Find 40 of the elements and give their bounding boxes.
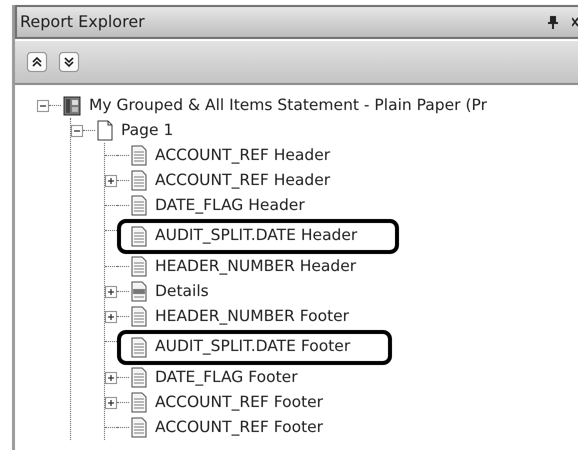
pin-icon[interactable] — [548, 15, 558, 29]
collapse-toggle[interactable] — [71, 124, 83, 136]
expand-all-button[interactable] — [59, 52, 79, 72]
section-icon — [131, 306, 147, 327]
tree-item[interactable]: DATE_FLAG Header — [155, 194, 305, 218]
tree-item[interactable]: Details — [155, 280, 209, 304]
section-icon — [131, 417, 147, 438]
tree-item[interactable]: HEADER_NUMBER Footer — [155, 304, 350, 328]
double-chevron-up-icon — [31, 56, 43, 68]
tree-item[interactable]: ACCOUNT_REF Footer — [155, 390, 324, 414]
close-icon[interactable] — [572, 17, 578, 27]
expand-toggle[interactable] — [105, 372, 117, 384]
collapse-all-button[interactable] — [27, 52, 47, 72]
expand-toggle[interactable] — [105, 396, 117, 408]
section-icon — [131, 367, 147, 388]
expand-toggle[interactable] — [105, 286, 117, 298]
tree-item[interactable]: ACCOUNT_REF Footer — [155, 416, 324, 440]
section-icon — [131, 392, 147, 413]
tree-item[interactable]: AUDIT_SPLIT.DATE Header — [155, 224, 358, 248]
expand-toggle[interactable] — [105, 310, 117, 322]
section-icon — [131, 170, 147, 191]
panel-title: Report Explorer — [20, 11, 145, 33]
section-icon — [131, 226, 147, 246]
tree-item[interactable]: Page 1 — [121, 118, 174, 142]
tree-item[interactable]: ACCOUNT_REF Header — [155, 168, 330, 192]
tree-item[interactable]: ACCOUNT_REF Header — [155, 144, 330, 168]
page-icon — [97, 120, 113, 141]
section-icon — [131, 256, 147, 277]
tree-item[interactable]: AUDIT_SPLIT.DATE Footer — [155, 335, 350, 359]
details-icon — [131, 281, 147, 302]
tree-item[interactable]: HEADER_NUMBER Header — [155, 254, 356, 278]
tree-item[interactable]: My Grouped & All Items Statement - Plain Paper (Pr — [89, 94, 487, 118]
section-icon — [131, 336, 147, 358]
expand-toggle[interactable] — [105, 174, 117, 186]
report-icon — [63, 96, 81, 116]
section-icon — [131, 145, 147, 166]
double-chevron-down-icon — [63, 56, 75, 68]
collapse-toggle[interactable] — [37, 100, 49, 112]
tree-item[interactable]: DATE_FLAG Footer — [155, 366, 298, 390]
section-icon — [131, 195, 147, 216]
